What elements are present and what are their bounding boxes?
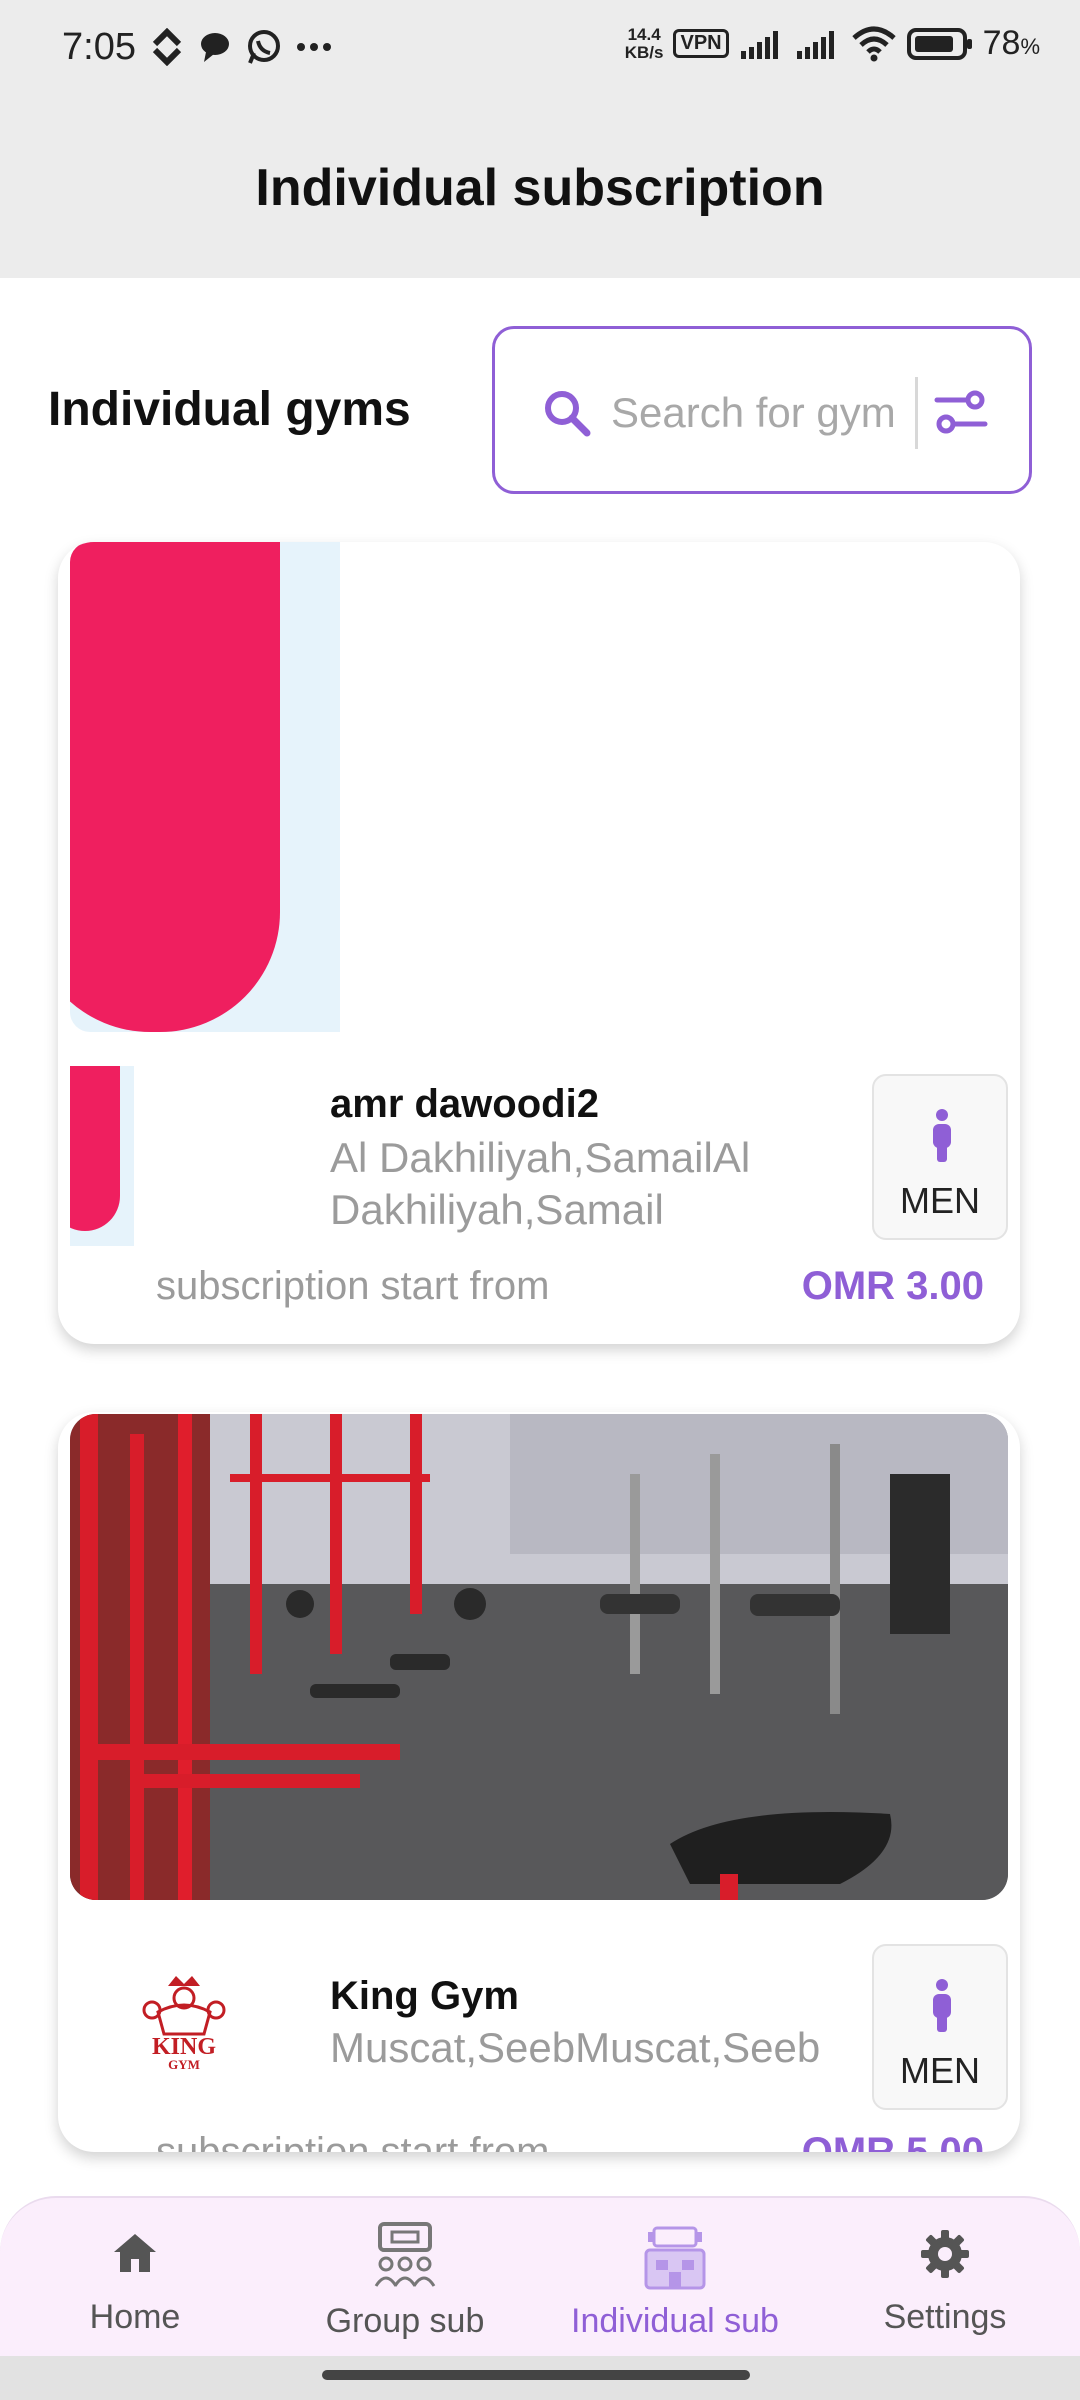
man-icon [933, 1109, 951, 1162]
battery-icon [906, 27, 972, 60]
search-divider [915, 377, 918, 449]
home-icon [114, 2234, 156, 2272]
nav-item-individual-sub[interactable]: Individual sub [540, 2198, 810, 2358]
signal-icon [740, 30, 778, 59]
whatsapp-icon [248, 30, 280, 64]
battery-percent: 78 [982, 24, 1021, 62]
vpn-badge: VPN [673, 29, 729, 58]
bottom-navigation: Home Group sub Individual sub Settings [0, 2196, 1080, 2356]
gym-card[interactable]: amr dawoodi2 Al Dakhiliyah,SamailAl Dakh… [58, 542, 1020, 1344]
filter-icon[interactable] [933, 389, 989, 435]
gender-label: MEN [900, 2050, 980, 2091]
subscription-price: OMR 5.00 [801, 2130, 984, 2152]
gym-name: King Gym [330, 1974, 519, 2018]
battery-unit: % [1020, 34, 1040, 59]
gym-name: amr dawoodi2 [330, 1082, 599, 1126]
gender-label: MEN [900, 1180, 980, 1221]
chat-bubble-icon [201, 33, 229, 62]
gear-icon [921, 2230, 969, 2278]
gym-photo-illustration [70, 1414, 1008, 1900]
status-system-icons: 14.4 KB/s VPN 78% [625, 24, 1040, 63]
battery-level: 78% [983, 24, 1040, 63]
top-area: 7:05 14.4 KB/s VPN 78% Individual subscr… [0, 0, 1080, 278]
status-notification-icons [150, 28, 332, 66]
nav-label: Individual sub [571, 2302, 779, 2340]
gym-location: Al Dakhiliyah,SamailAl Dakhiliyah,Samail [330, 1134, 751, 1233]
gender-badge: MEN [872, 1074, 1008, 1240]
subscription-label: subscription start from [156, 2130, 550, 2152]
subscription-label: subscription start from [156, 1264, 550, 1308]
more-dots-icon [297, 43, 331, 51]
signal-icon [796, 30, 834, 59]
search-icon [545, 391, 591, 437]
gym-logo: KING GYM [142, 1976, 226, 2072]
home-gesture-handle[interactable] [322, 2370, 750, 2380]
search-box[interactable] [492, 326, 1032, 494]
network-speed: 14.4 KB/s [624, 24, 664, 62]
nav-item-group-sub[interactable]: Group sub [270, 2198, 540, 2358]
subscription-price: OMR 3.00 [801, 1264, 984, 1308]
app-icon [152, 28, 182, 66]
gym-card[interactable]: KING GYM King Gym Muscat,SeebMuscat,Seeb… [58, 1412, 1020, 2152]
gym-logo [70, 1066, 134, 1246]
search-input[interactable] [611, 385, 901, 441]
nav-item-home[interactable]: Home [0, 2198, 270, 2358]
group-gym-icon [374, 2222, 436, 2287]
nav-label: Settings [883, 2298, 1007, 2336]
man-icon [933, 1979, 951, 2032]
gym-location: Muscat,SeebMuscat,Seeb [330, 2024, 821, 2071]
wifi-icon [851, 26, 896, 61]
nav-label: Home [89, 2298, 181, 2336]
speed-unit: KB/s [624, 42, 664, 62]
page-title: Individual subscription [255, 159, 825, 217]
svg-text:GYM: GYM [168, 2057, 200, 2072]
speed-value: 14.4 [627, 24, 661, 44]
gender-badge: MEN [872, 1944, 1008, 2110]
gym-banner-image [70, 1414, 1008, 1900]
gym-banner-image [70, 542, 340, 1032]
individual-gym-icon [644, 2226, 706, 2290]
gesture-bar [0, 2356, 1080, 2400]
nav-label: Group sub [325, 2302, 485, 2340]
status-bar: 7:05 14.4 KB/s VPN 78% [0, 0, 1080, 100]
section-title: Individual gyms [48, 383, 411, 436]
status-time: 7:05 [62, 26, 136, 68]
nav-item-settings[interactable]: Settings [810, 2198, 1080, 2358]
